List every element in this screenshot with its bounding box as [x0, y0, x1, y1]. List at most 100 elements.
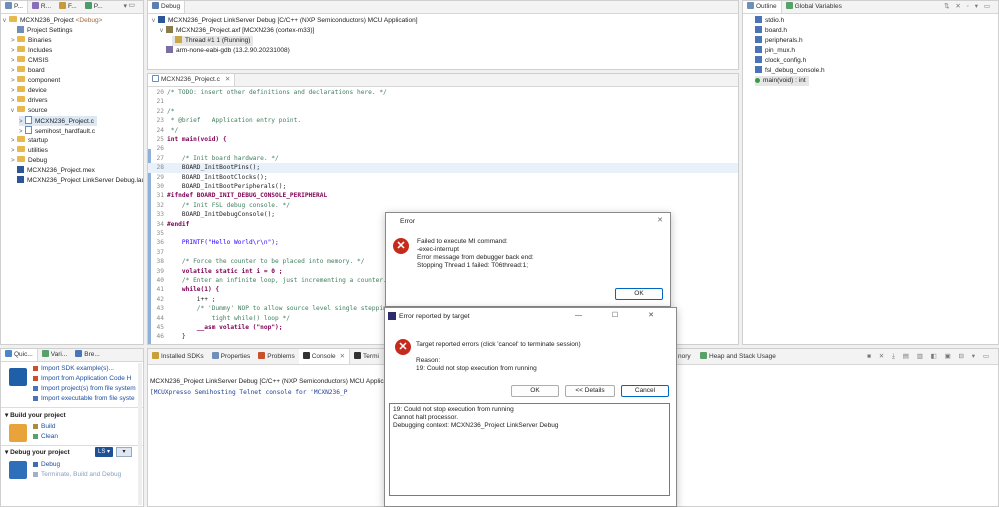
tab-debug[interactable]: Debug	[148, 1, 186, 13]
tab-registers[interactable]: R...	[28, 1, 55, 13]
tab-console[interactable]: Console ✕	[298, 349, 351, 364]
tab-memory[interactable]: nory	[674, 349, 695, 364]
tree-item[interactable]: > board	[11, 66, 45, 76]
tree-item[interactable]: > Debug	[11, 156, 47, 166]
debug-link[interactable]: Debug	[33, 460, 60, 470]
scrollbar[interactable]	[138, 363, 142, 505]
tab-variables[interactable]: Vari...	[38, 349, 72, 361]
tab-terminal[interactable]: Termi	[350, 349, 383, 364]
reason-label: Reason:	[416, 357, 441, 364]
tree-item[interactable]: > Binaries	[11, 36, 51, 46]
details-textarea[interactable]: 19: Could not stop execution from runnin…	[389, 403, 670, 496]
details-button[interactable]: << Details	[565, 385, 615, 397]
outline-item[interactable]: fsl_debug_console.h	[755, 66, 825, 76]
properties-icon	[211, 352, 219, 359]
tab-properties[interactable]: Properties	[208, 349, 255, 364]
tree-item[interactable]: > MCXN236_Project.c	[19, 116, 97, 126]
outline-item[interactable]: pin_mux.h	[755, 46, 795, 56]
tab-global-variables[interactable]: Global Variables	[782, 1, 846, 13]
include-icon	[755, 36, 762, 43]
view-menu-icon[interactable]: ▾	[123, 2, 127, 10]
tree-item[interactable]: Project Settings	[11, 26, 73, 36]
tree-item[interactable]: v source	[11, 106, 48, 116]
tab-outline[interactable]: Outline	[743, 1, 782, 13]
tree-item[interactable]: > semihost_hardfault.c	[19, 126, 95, 136]
bug-icon	[33, 462, 38, 467]
import-project-link[interactable]: Import project(s) from file system	[33, 384, 136, 394]
code-line: 25 int main(void) {	[156, 136, 227, 143]
tree-item[interactable]: MCXN236_Project.mex	[11, 166, 95, 176]
divider	[1, 445, 143, 446]
build-link[interactable]: Build	[33, 422, 55, 432]
outline-item[interactable]: peripherals.h	[755, 36, 803, 46]
ok-button[interactable]: OK	[511, 385, 559, 397]
tree-item[interactable]: v MCXN236_Project <Debug>	[3, 16, 102, 26]
outline-item[interactable]: board.h	[755, 26, 787, 36]
code-line: 32 /* Init FSL debug console. */	[156, 201, 290, 209]
error-dialog: Error ✕ ✕ Failed to execute MI command: …	[385, 212, 671, 307]
close-icon[interactable]: ✕	[225, 76, 230, 83]
tab-problems[interactable]: Problems	[254, 349, 298, 364]
folder-icon	[17, 86, 25, 92]
import-icon	[33, 386, 38, 391]
tree-item[interactable]: > drivers	[11, 96, 48, 106]
project-explorer-panel: P... R... F... P... ▾ ▭ v MCXN236_Project <D…	[0, 0, 144, 345]
heap-stack-icon	[700, 352, 707, 359]
tree-item[interactable]: > component	[11, 76, 60, 86]
tree-item[interactable]: > utilities	[11, 146, 48, 156]
outline-item[interactable]: clock_config.h	[755, 56, 806, 66]
tab-installed-sdks[interactable]: Installed SDKs	[148, 349, 208, 364]
debug-launch-item[interactable]: v MCXN236_Project LinkServer Debug [C/C++…	[152, 16, 418, 26]
linkserver-badge[interactable]: LS ▾	[95, 447, 114, 457]
minimize-icon[interactable]: ▭	[128, 1, 135, 9]
folder-icon	[17, 56, 25, 62]
clean-link[interactable]: Clean	[33, 432, 58, 442]
outline-item[interactable]: stdio.h	[755, 16, 784, 26]
reason-text: 19: Could not stop execution from runnin…	[416, 365, 537, 372]
console-toolbar-icons[interactable]: ■ ✕ ⤓ ▤ ▥ ◧ ▣ ⊟ ▾ ▭	[867, 352, 992, 361]
console-icon	[302, 352, 310, 359]
file-icon	[17, 166, 24, 173]
terminate-build-debug-link[interactable]: Terminate, Build and Debug	[33, 470, 121, 480]
editor-tabbar: MCXN236_Project.c ✕	[148, 74, 738, 87]
tab-heap-stack-usage[interactable]: Heap and Stack Usage	[696, 349, 780, 364]
debug-thread-item[interactable]: Thread #1 1 (Running)	[172, 36, 254, 46]
build-section-header: ▾ Build your project	[5, 412, 66, 419]
build-icon	[9, 424, 27, 442]
close-icon[interactable]: ✕	[657, 216, 663, 224]
import-executable-link[interactable]: Import executable from file syste	[33, 394, 135, 404]
error-message-line-3: Error message from debugger back end:	[417, 254, 534, 261]
outline-panel: Outline Global Variables ⇅ ✕ ◦ ▾ ▭ stdio.…	[742, 0, 999, 345]
debug-gdb-item[interactable]: arm-none-eabi-gdb (13.2.90.20231008)	[166, 46, 290, 56]
function-icon	[755, 78, 760, 83]
tree-item[interactable]: > startup	[11, 136, 48, 146]
tab-peripherals[interactable]: P...	[81, 1, 107, 13]
details-line-2: Cannot halt processor.	[393, 414, 459, 421]
tab-project-explorer[interactable]: P...	[1, 1, 28, 13]
window-controls[interactable]: — ☐ ✕	[575, 311, 668, 319]
tab-breakpoints[interactable]: Bre...	[71, 349, 104, 361]
folder-icon	[17, 106, 25, 112]
include-icon	[755, 46, 762, 53]
import-icon	[33, 366, 38, 371]
faults-icon	[59, 2, 67, 9]
code-line: 29 BOARD_InitBootClocks();	[156, 173, 268, 181]
tree-item[interactable]: MCXN236_Project LinkServer Debug.lau	[11, 176, 143, 186]
tab-quickstart[interactable]: Quic...	[1, 349, 38, 361]
tab-faults[interactable]: F...	[55, 1, 81, 13]
cancel-button[interactable]: Cancel	[621, 385, 669, 397]
probe-dropdown[interactable]: ▾	[116, 447, 132, 457]
variables-icon	[41, 350, 49, 357]
target-message: Target reported errors (click 'cancel' t…	[416, 341, 581, 348]
import-appcode-link[interactable]: Import from Application Code H	[33, 374, 131, 384]
tree-item[interactable]: > CMSIS	[11, 56, 49, 66]
tree-item[interactable]: > Includes	[11, 46, 52, 56]
tab-editor-file[interactable]: MCXN236_Project.c ✕	[148, 74, 236, 86]
debug-process-item[interactable]: v MCXN236_Project.axf [MCXN236 (cortex-m3…	[160, 26, 314, 36]
import-sdk-link[interactable]: Import SDK example(s)...	[33, 364, 114, 374]
close-icon[interactable]: ✕	[340, 353, 345, 360]
outline-item[interactable]: main(void) : int	[755, 76, 809, 86]
tree-item[interactable]: > device	[11, 86, 47, 96]
outline-toolbar-icons[interactable]: ⇅ ✕ ◦ ▾ ▭	[944, 2, 992, 10]
ok-button[interactable]: OK	[615, 288, 663, 300]
